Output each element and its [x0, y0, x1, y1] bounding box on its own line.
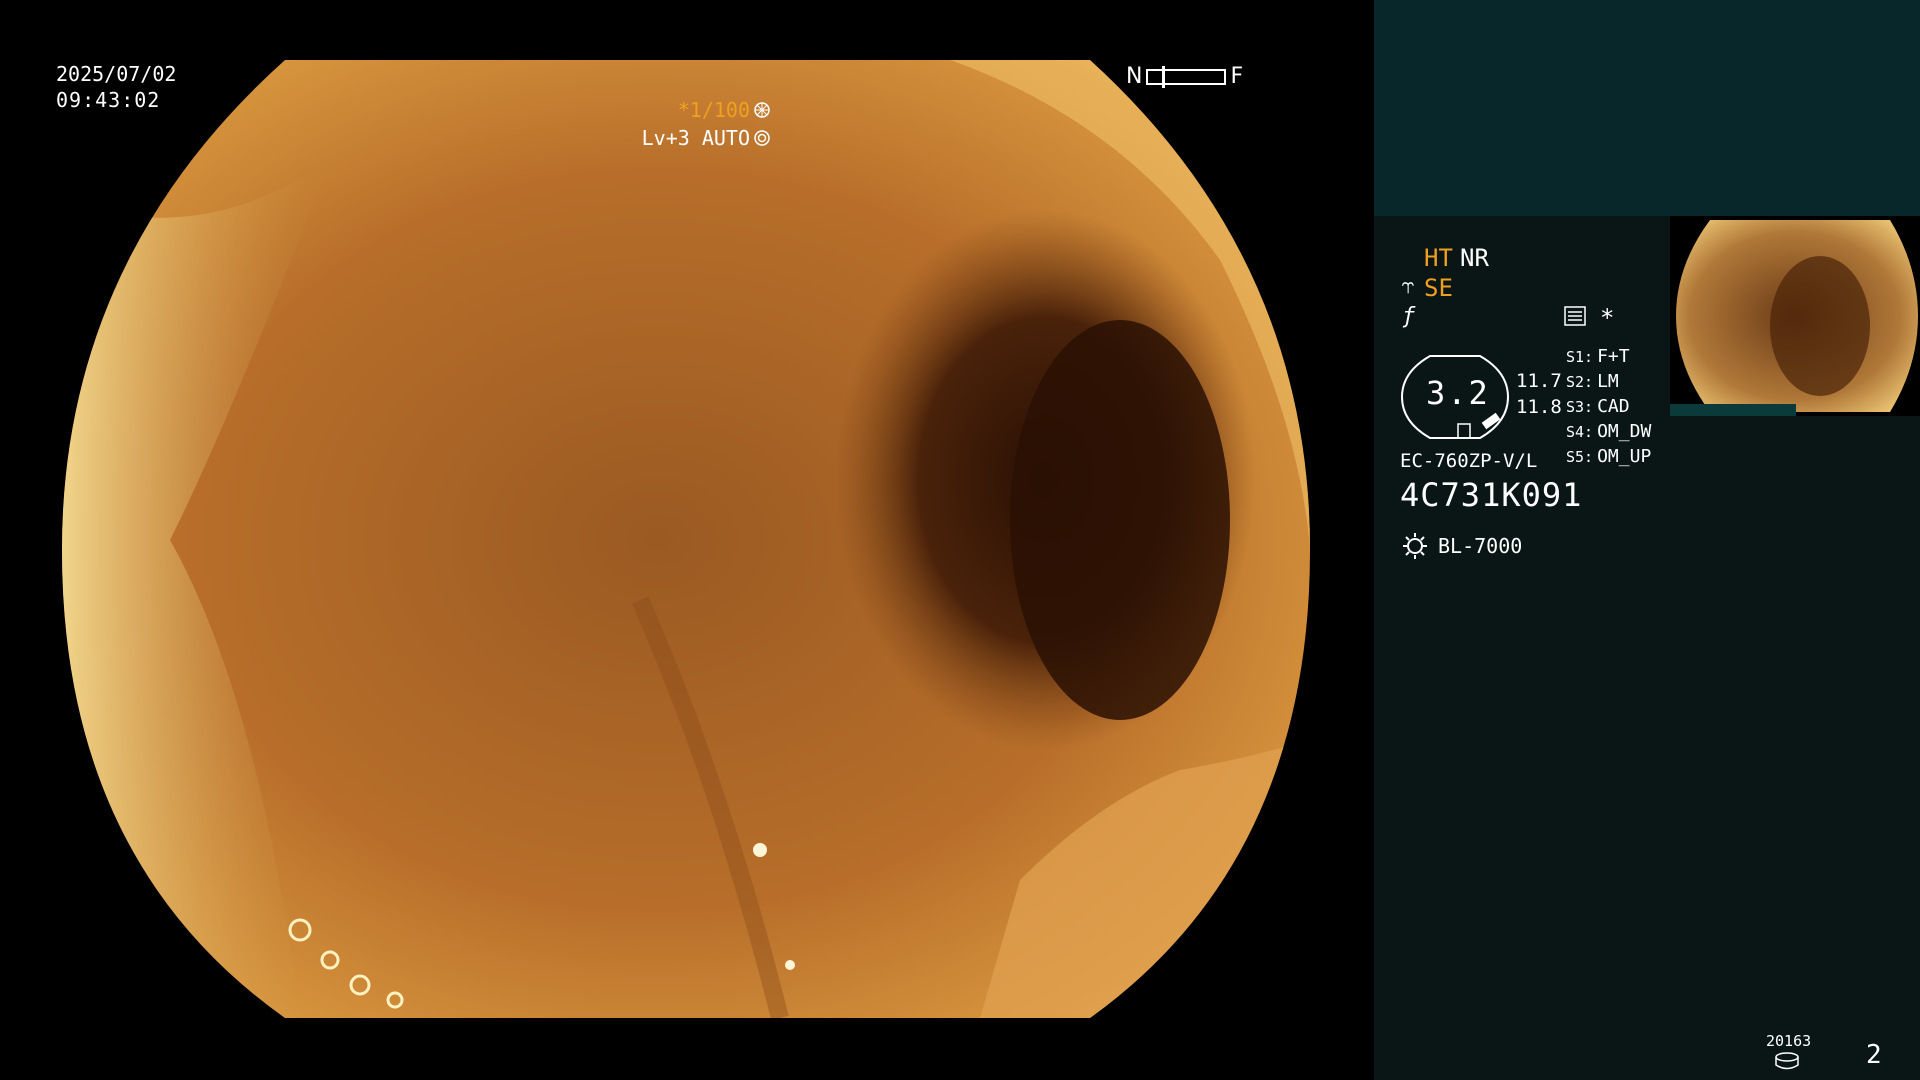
image-count: 20163 [1766, 1032, 1812, 1050]
star-indicator: * [1600, 304, 1615, 332]
side-panel-header [1374, 0, 1920, 216]
near-label: N [1126, 64, 1143, 89]
settings-menu-icon [1564, 306, 1586, 326]
switch-key: S5: [1566, 448, 1594, 466]
focus-marker [1162, 65, 1166, 88]
shutter-icon [754, 102, 770, 118]
far-label: F [1230, 64, 1244, 89]
time-display: 09:43:02 [56, 88, 161, 112]
switch-label: F+T [1597, 346, 1630, 367]
switch-label: OM_UP [1597, 446, 1652, 467]
zoom-value: 3.2 [1426, 374, 1490, 412]
switch-s1: S1: F+T [1566, 346, 1630, 367]
se-icon: ⥾ [1402, 274, 1415, 299]
value-1: 11.7 [1516, 370, 1562, 392]
switch-key: S1: [1566, 348, 1594, 366]
switch-key: S2: [1566, 373, 1594, 391]
level-value: Lv+3 AUTO [641, 126, 750, 150]
switch-label: CAD [1597, 396, 1630, 417]
value-2: 11.8 [1516, 396, 1562, 418]
light-source: BL-7000 [1438, 534, 1523, 558]
switch-s2: S2: LM [1566, 371, 1619, 392]
shutter-speed: *1/100 [678, 98, 770, 122]
switch-label: LM [1597, 371, 1619, 392]
shutter-value: *1/100 [677, 98, 750, 122]
endoscope-view: 2025/07/02 09:43:02 N F *1/100 Lv+3 AUTO [0, 0, 1372, 1080]
focus-bar [1146, 65, 1227, 88]
date-display: 2025/07/02 [56, 62, 177, 86]
switch-key: S4: [1566, 423, 1594, 441]
switch-s3: S3: CAD [1566, 396, 1630, 417]
scope-model: EC-760ZP-V/L [1400, 450, 1538, 472]
endoscopic-image [62, 60, 1310, 1018]
near-far-indicator: N F [1126, 64, 1243, 89]
disk-icon [1775, 1052, 1799, 1070]
se-indicator: SE [1424, 274, 1453, 302]
switch-s4: S4: OM_DW [1566, 421, 1651, 442]
scope-serial: 4C731K091 [1400, 476, 1583, 514]
nr-indicator: NR [1460, 244, 1489, 272]
page-number: 2 [1866, 1040, 1882, 1070]
switch-s5: S5: OM_UP [1566, 446, 1651, 467]
thumbnail-image [1676, 220, 1918, 412]
sun-icon [1403, 533, 1427, 559]
thumbnail-bar [1670, 404, 1796, 416]
f-icon: ƒ [1402, 304, 1416, 329]
auto-icon [754, 130, 770, 146]
ht-indicator: HT [1424, 244, 1453, 272]
switch-label: OM_DW [1597, 421, 1652, 442]
thumbnail-preview[interactable] [1670, 216, 1920, 416]
switch-key: S3: [1566, 398, 1594, 416]
brightness-level: Lv+3 AUTO [642, 126, 770, 150]
